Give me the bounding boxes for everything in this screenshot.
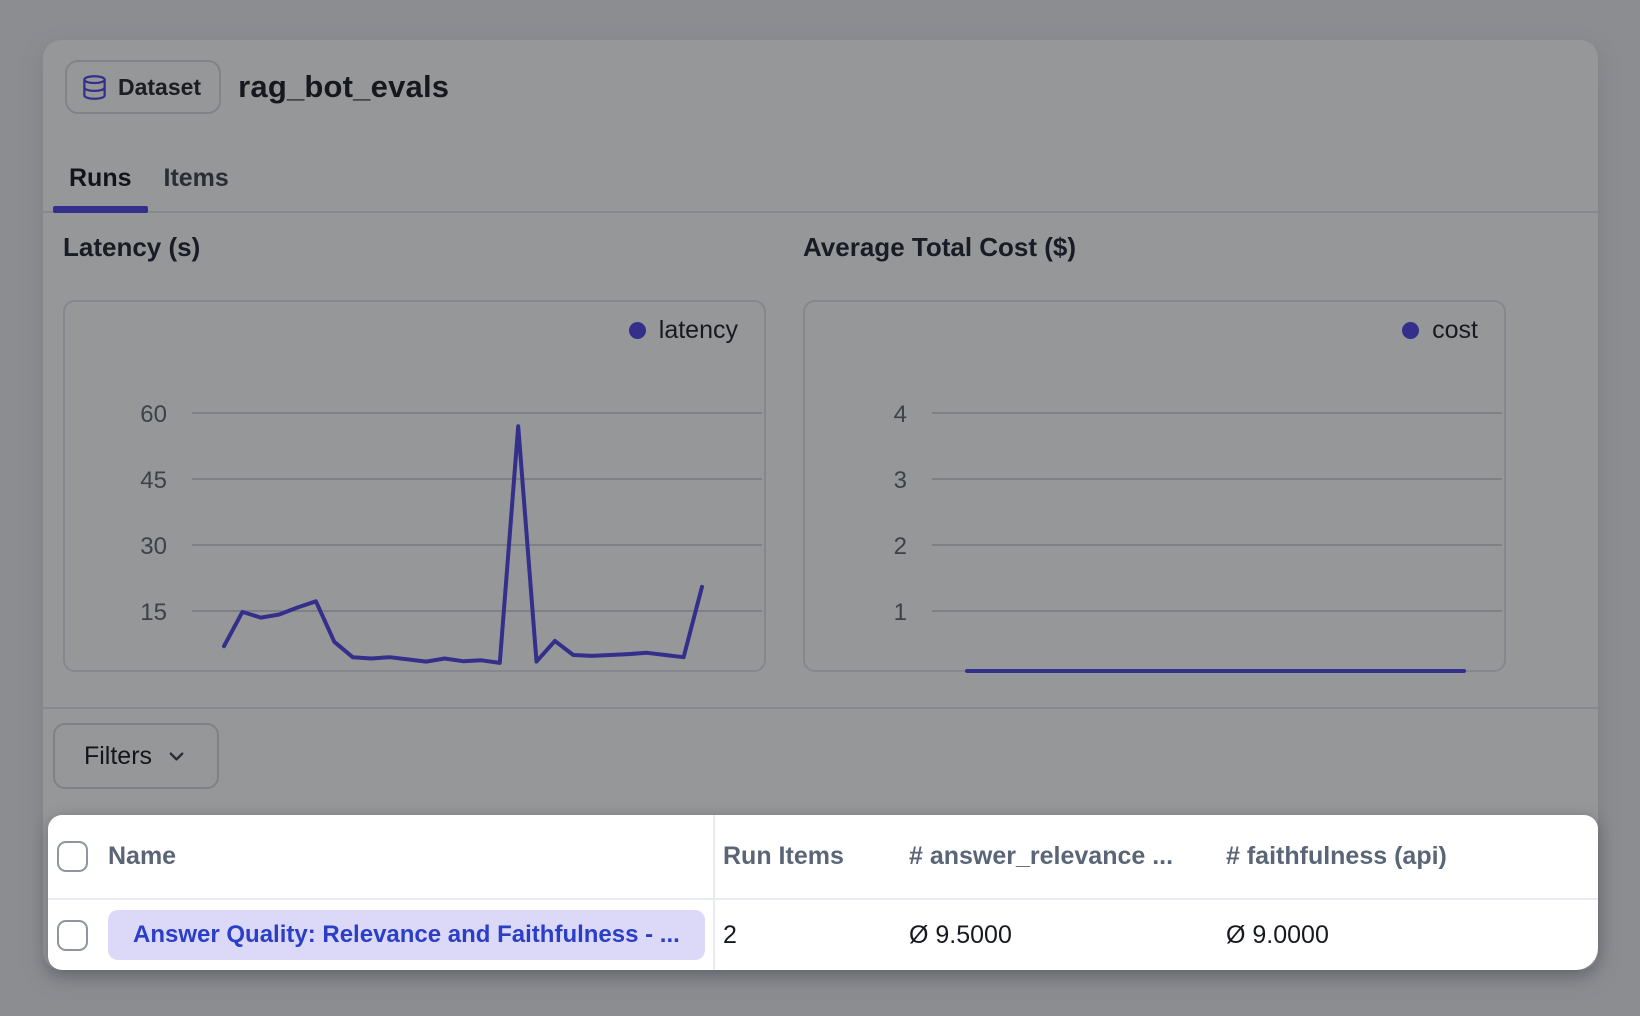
header-checkbox-cell [48, 815, 108, 900]
row-name-cell: Answer Quality: Relevance and Faithfulne… [108, 900, 713, 970]
row-checkbox[interactable] [57, 920, 88, 951]
column-header-answer-relevance[interactable]: # answer_relevance ... [899, 815, 1216, 900]
column-header-name[interactable]: Name [108, 815, 713, 900]
row-checkbox-cell [48, 900, 108, 970]
select-all-checkbox[interactable] [57, 841, 88, 872]
table-column-divider [713, 815, 715, 970]
runs-table: Name Run Items # answer_relevance ... # … [48, 815, 1598, 970]
row-run-items-cell: 2 [713, 900, 899, 970]
row-faithfulness-cell: Ø 9.0000 [1216, 900, 1598, 970]
run-name-link[interactable]: Answer Quality: Relevance and Faithfulne… [108, 910, 705, 960]
column-header-faithfulness[interactable]: # faithfulness (api) [1216, 815, 1598, 900]
row-answer-relevance-cell: Ø 9.5000 [899, 900, 1216, 970]
column-header-run-items[interactable]: Run Items [713, 815, 899, 900]
